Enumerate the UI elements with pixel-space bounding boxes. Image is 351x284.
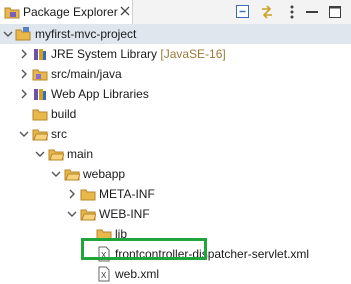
view-menu-icon[interactable]: [283, 3, 301, 21]
chevron-right-icon[interactable]: [19, 49, 29, 59]
chevron-down-icon[interactable]: [35, 149, 45, 159]
tree-row[interactable]: X web.xml: [0, 264, 351, 284]
tree-row[interactable]: main: [0, 144, 351, 164]
tree-item-label: src: [51, 127, 67, 141]
tree-row[interactable]: WEB-INF: [0, 204, 351, 224]
minimize-icon[interactable]: [303, 3, 321, 21]
link-with-editor-icon[interactable]: [258, 3, 276, 21]
tab-label: Package Explorer: [23, 5, 118, 19]
folder-open-icon: [32, 129, 48, 141]
view-tab-bar: Package Explorer: [0, 0, 351, 25]
chevron-right-icon[interactable]: [19, 89, 29, 99]
library-icon: [34, 49, 46, 60]
maximize-icon[interactable]: [326, 3, 344, 21]
chevron-down-icon[interactable]: [67, 209, 77, 219]
tree-row[interactable]: JRE System Library [JavaSE-16]: [0, 44, 351, 64]
chevron-down-icon[interactable]: [51, 169, 61, 179]
tree-row[interactable]: src: [0, 124, 351, 144]
tree-item-label: src/main/java: [51, 67, 122, 81]
tree-item-label: Web App Libraries: [51, 87, 149, 101]
tab-package-explorer[interactable]: Package Explorer: [0, 0, 133, 24]
project-icon: [15, 27, 31, 41]
tree-row[interactable]: build: [0, 104, 351, 124]
collapse-all-icon[interactable]: [234, 3, 252, 21]
chevron-right-icon[interactable]: [67, 189, 77, 199]
tree-row[interactable]: webapp: [0, 164, 351, 184]
tree-item-decoration: [JavaSE-16]: [160, 47, 226, 61]
xml-file-icon: X: [98, 266, 110, 282]
tree-item-label: main: [67, 147, 94, 161]
tree-item-label: JRE System Library: [51, 47, 158, 61]
highlight-box: [81, 238, 207, 260]
tree-row[interactable]: myfirst-mvc-project: [0, 24, 351, 44]
folder-icon: [32, 109, 48, 121]
chevron-down-icon[interactable]: [3, 29, 13, 39]
tree-item-label: myfirst-mvc-project: [35, 27, 137, 41]
tree-item-label: web.xml: [115, 267, 160, 281]
chevron-down-icon[interactable]: [19, 129, 29, 139]
tree-row[interactable]: Web App Libraries: [0, 84, 351, 104]
tree-item-label: WEB-INF: [99, 207, 150, 221]
folder-open-icon: [64, 169, 80, 181]
tree-item-label: build: [51, 107, 77, 121]
folder-open-icon: [80, 209, 96, 221]
folder-open-icon: [48, 149, 64, 161]
tree-row[interactable]: src/main/java: [0, 64, 351, 84]
tree-item-label: META-INF: [99, 187, 155, 201]
library-icon: [34, 89, 46, 100]
tree-item-label: webapp: [83, 167, 126, 181]
package-explorer-icon: [4, 7, 20, 19]
close-icon[interactable]: [118, 4, 132, 18]
project-tree: myfirst-mvc-project JRE System Library […: [0, 24, 351, 282]
svg-text:X: X: [101, 271, 107, 280]
folder-icon: [80, 189, 96, 201]
tree-row[interactable]: META-INF: [0, 184, 351, 204]
chevron-right-icon[interactable]: [19, 69, 29, 79]
source-folder-icon: [32, 69, 48, 81]
